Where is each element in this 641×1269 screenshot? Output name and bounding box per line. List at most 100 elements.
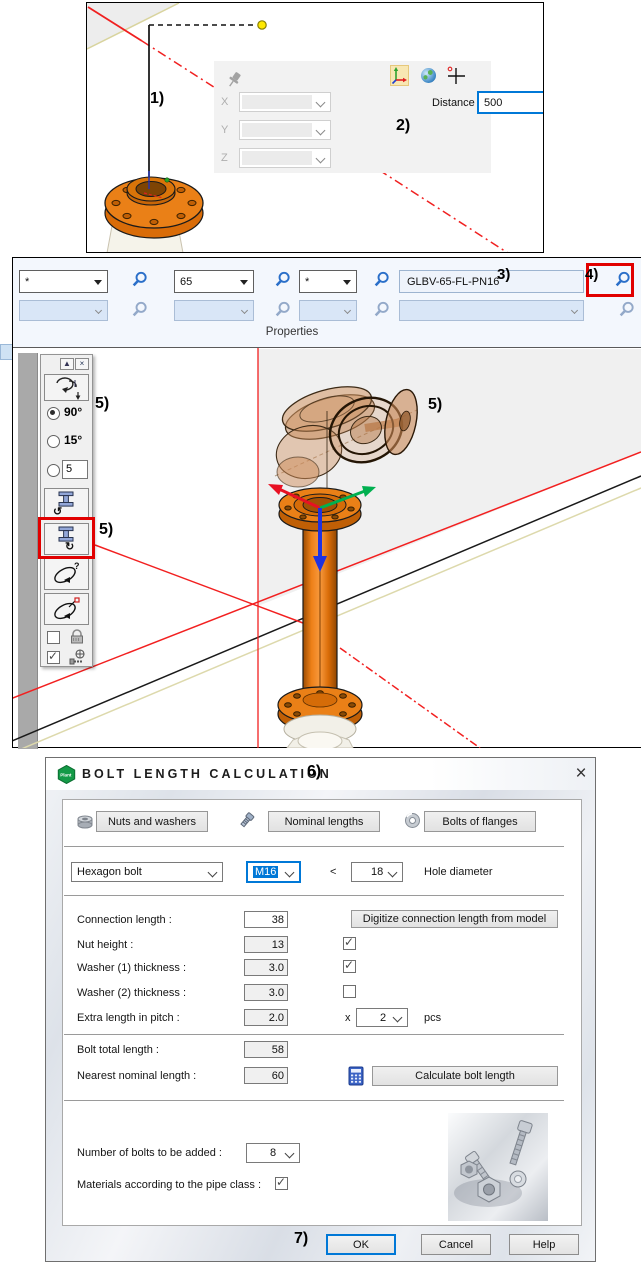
filter-combo-3[interactable]: * [299,270,357,293]
close-icon[interactable]: × [569,762,593,786]
svg-text:?: ? [74,561,80,571]
angle-15-radio[interactable] [47,435,60,448]
plant-logo-icon: Plant [57,765,76,784]
bolts-flanges-button[interactable]: Bolts of flanges [424,811,536,832]
cancel-button[interactable]: Cancel [421,1234,491,1255]
step5-highlight-box [38,517,95,559]
pitch-count-combo[interactable]: 2 [356,1008,408,1027]
distance-input[interactable]: 500 [477,91,544,114]
less-than-label: < [330,866,336,878]
nut-height-label: Nut height : [77,939,133,951]
materials-checkbox[interactable] [275,1177,288,1190]
spec-name-field[interactable]: GLBV-65-FL-PN16 [399,270,584,293]
connection-length-input[interactable]: 38 [244,911,288,928]
filter-combo-1[interactable]: * [19,270,108,293]
collapse-button[interactable]: ▲ [60,358,74,370]
washer-icon [404,812,421,829]
model-workspace: * 65 * GLBV-65-FL-PN16 Properties [12,257,641,748]
angle-90-label: 90° [64,405,82,419]
search-icon-disabled [618,301,635,318]
x-coordinate-input[interactable] [239,92,331,112]
nut-height-input[interactable]: 13 [244,936,288,953]
spec-toolbar: * 65 * GLBV-65-FL-PN16 Properties [13,258,641,348]
filter-combo-2b [174,300,254,321]
step-label-1: 1) [150,90,164,108]
x-axis-label: X [221,96,228,108]
help-button[interactable]: Help [509,1234,579,1255]
filter-combo-3b [299,300,357,321]
free-rotate-button[interactable]: ? [44,558,89,590]
y-coordinate-input[interactable] [239,120,331,140]
bolt-axis-icon [68,649,86,665]
axes-mode-button[interactable] [390,65,409,86]
red-dashdot-centerline [340,648,480,748]
y-axis-label: Y [221,124,228,136]
free-rotate-point-icon [50,595,84,623]
search-icon[interactable] [274,271,291,288]
close-icon[interactable]: × [75,358,89,370]
pin-icon[interactable] [226,71,242,89]
separator [64,895,564,896]
step-label-4: 4) [585,266,598,283]
bolt-icon [238,812,256,829]
washer2-checkbox[interactable] [343,985,356,998]
bolt-total-label: Bolt total length : [77,1044,159,1056]
calculate-button[interactable]: Calculate bolt length [372,1066,558,1086]
digitize-button[interactable]: Digitize connection length from model [351,910,558,928]
rotate-tool-panel: ▲ × 90° 15° 5 ↺ ↻ ? [40,354,93,667]
search-icon[interactable] [131,271,148,288]
bolts-added-combo[interactable]: 8 [246,1143,300,1163]
bolts-added-label: Number of bolts to be added : [77,1147,222,1159]
angle-custom-radio[interactable] [47,464,60,477]
properties-bar-label[interactable]: Properties [247,326,337,338]
rotate-tool-icon [45,375,88,400]
step-label-3: 3) [497,266,510,283]
flange-model[interactable] [105,171,203,252]
filter-combo-1b [19,300,108,321]
step-label-2: 2) [396,117,410,135]
snap-point-marker[interactable] [258,21,266,29]
step-label-7: 7) [294,1230,308,1248]
hole-diameter-combo[interactable]: 18 [351,862,403,882]
ok-button[interactable]: OK [326,1234,396,1255]
step-label-6: 6) [307,763,321,781]
washer1-checkbox[interactable] [343,960,356,973]
svg-text:Plant: Plant [60,773,72,778]
lock-icon [69,629,85,644]
nuts-washers-button[interactable]: Nuts and washers [96,811,208,832]
nearest-nominal-input: 60 [244,1067,288,1084]
z-coordinate-input[interactable] [239,148,331,168]
search-icon[interactable] [373,271,390,288]
washer1-label: Washer (1) thickness : [77,962,186,974]
crosshair-icon[interactable] [446,66,467,86]
filter-combo-2[interactable]: 65 [174,270,254,293]
step-label-5a: 5) [95,395,109,413]
globe-icon[interactable] [421,68,436,83]
nominal-lengths-button[interactable]: Nominal lengths [268,811,380,832]
axis-lock-checkbox[interactable] [47,651,60,664]
bolt-size-combo[interactable]: M16 [246,861,301,883]
angle-90-radio[interactable] [47,407,60,420]
extra-length-input[interactable]: 2.0 [244,1009,288,1026]
extra-length-label: Extra length in pitch : [77,1012,180,1024]
hole-diameter-label: Hole diameter [424,866,492,878]
axes-icon [391,66,408,85]
lock-checkbox[interactable] [47,631,60,644]
rotate-tool-button[interactable] [44,374,89,401]
free-rotate-point-button[interactable] [44,593,89,625]
separator [64,1100,564,1101]
dialog-title: BOLT LENGTH CALCULATION [82,767,332,781]
nut-height-checkbox[interactable] [343,937,356,950]
multiply-label: x [345,1012,351,1024]
search-icon-disabled [274,301,291,318]
calculator-icon [348,1066,364,1086]
washer2-label: Washer (2) thickness : [77,987,186,999]
washer2-input[interactable]: 3.0 [244,984,288,1001]
separator [64,1034,564,1035]
rotate-ccw-button[interactable]: ↺ [44,488,89,520]
separator [64,846,564,847]
bolt-type-combo[interactable]: Hexagon bolt [71,862,223,882]
measure-viewport[interactable]: X Y Z Distance 500 [86,2,544,253]
angle-custom-input[interactable]: 5 [62,460,88,479]
washer1-input[interactable]: 3.0 [244,959,288,976]
